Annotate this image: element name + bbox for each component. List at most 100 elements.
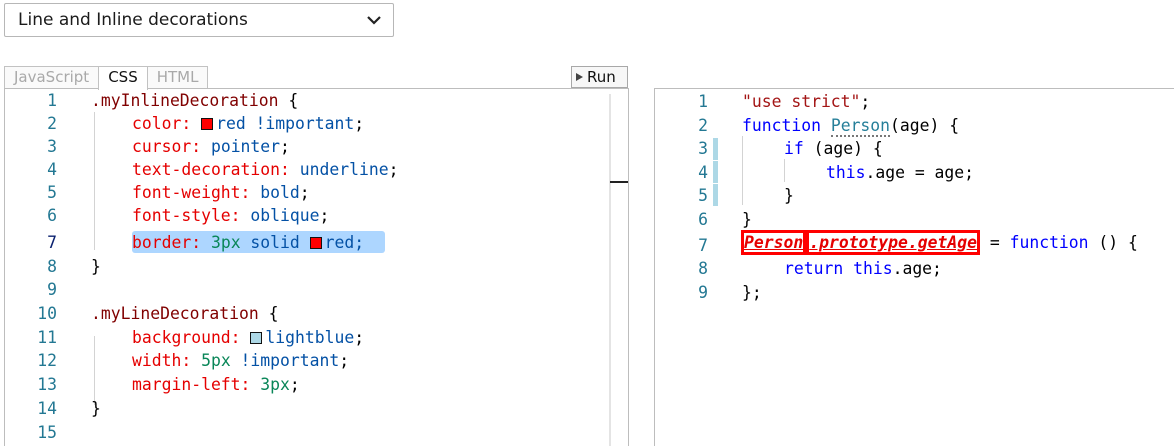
code-line[interactable]: text-decoration: underline;	[132, 158, 398, 181]
line-number: 5	[698, 186, 708, 205]
semicolon: ;	[280, 137, 290, 156]
code-line[interactable]: font-style: oblique;	[132, 204, 329, 227]
code-line[interactable]: .myLineDecoration {	[91, 302, 279, 325]
line-number: 1	[698, 92, 708, 111]
semicolon: ;	[319, 206, 330, 225]
inline-decoration[interactable]: .prototype.getAge	[806, 230, 980, 255]
line-number: 6	[47, 206, 57, 225]
line-number: 3	[698, 139, 708, 158]
semicolon: ;	[354, 114, 365, 133]
css-number: 5px	[201, 351, 231, 370]
code-line[interactable]: font-weight: bold;	[132, 181, 310, 204]
color-swatch-lightblue[interactable]	[250, 332, 263, 344]
tab-javascript[interactable]: JavaScript	[4, 66, 100, 88]
line-number: 5	[47, 183, 57, 202]
color-swatch-red[interactable]	[309, 237, 322, 249]
line-number: 2	[698, 116, 708, 135]
brace: }	[742, 210, 752, 229]
code-line[interactable]: margin-left: 3px;	[132, 373, 300, 396]
css-property: cursor:	[132, 137, 211, 156]
line-number: 11	[37, 328, 57, 347]
brace: }	[784, 186, 794, 205]
css-property: color:	[132, 114, 202, 133]
line-number: 7	[698, 236, 708, 255]
editor-tabs: JavaScript CSS HTML	[4, 66, 209, 90]
code-line[interactable]: width: 5px !important;	[132, 349, 349, 372]
brace: {	[258, 304, 279, 323]
line-number: 12	[37, 351, 57, 370]
code-line[interactable]: "use strict";	[742, 90, 870, 113]
semicolon: ;	[354, 328, 365, 347]
css-property: font-style:	[132, 206, 251, 225]
code-line[interactable]: };	[742, 281, 762, 304]
condition: (age) {	[803, 139, 883, 158]
indent-guide	[94, 336, 95, 405]
run-button[interactable]: Run	[571, 66, 628, 88]
css-property: background:	[132, 328, 251, 347]
brace: }	[91, 257, 101, 276]
code-line[interactable]: background: lightblue;	[132, 326, 364, 349]
indent-guide	[742, 136, 743, 205]
css-value: bold	[260, 183, 300, 202]
color-swatch-red[interactable]	[201, 118, 214, 130]
line-number: 10	[37, 304, 57, 323]
code-line[interactable]: color: red !important;	[132, 112, 364, 135]
statement: .age = age;	[865, 163, 975, 182]
parameters: (age) {	[890, 116, 960, 135]
css-property: text-decoration:	[132, 160, 300, 179]
line-number: 9	[698, 283, 708, 302]
line-number: 4	[47, 160, 57, 179]
css-property: margin-left:	[132, 375, 261, 394]
member-access: .age;	[892, 259, 942, 278]
string-literal: "use strict"	[742, 92, 861, 111]
code-line[interactable]: }	[91, 255, 101, 278]
css-selector: .myLineDecoration	[91, 304, 259, 323]
line-number: 1	[47, 91, 57, 110]
css-value: red;	[324, 233, 365, 252]
line-number: 15	[37, 423, 57, 442]
line-number: 8	[47, 257, 57, 276]
example-select[interactable]: Line and Inline decorations	[4, 3, 394, 37]
css-value: lightblue	[265, 328, 355, 347]
code-line[interactable]: function Person(age) {	[742, 114, 959, 137]
css-selector: .myInlineDecoration	[91, 91, 279, 110]
code-line[interactable]: cursor: pointer;	[132, 135, 290, 158]
css-property: font-weight:	[132, 183, 261, 202]
tab-css[interactable]: CSS	[98, 66, 148, 90]
chevron-down-icon	[367, 16, 381, 25]
code-line-current[interactable]: border: 3px solid red;	[132, 231, 364, 254]
code-line[interactable]: }	[784, 184, 794, 207]
play-icon	[576, 73, 583, 81]
code-line[interactable]: return this.age;	[784, 257, 942, 280]
code-line[interactable]: }	[742, 208, 752, 231]
code-line[interactable]: this.age = age;	[826, 161, 974, 184]
semicolon: ;	[339, 351, 350, 370]
line-decoration	[713, 184, 718, 206]
line-number: 14	[37, 399, 57, 418]
brace: {	[278, 91, 299, 110]
indent-guide	[784, 159, 785, 182]
code-line[interactable]: }	[91, 397, 101, 420]
keyword: this	[853, 259, 893, 278]
css-value: red !important	[216, 114, 355, 133]
code-line[interactable]: if (age) {	[784, 137, 883, 160]
brace: }	[91, 399, 101, 418]
semicolon: ;	[860, 92, 871, 111]
line-number: 3	[47, 137, 57, 156]
code-line[interactable]: .myInlineDecoration {	[91, 89, 298, 112]
line-number: 9	[47, 280, 57, 299]
semicolon: ;	[388, 160, 399, 179]
code-line[interactable]: Person .prototype.getAge = function () {	[741, 230, 1138, 255]
css-number: 3px	[210, 233, 241, 252]
semicolon: ;	[289, 375, 300, 394]
tab-html[interactable]: HTML	[146, 66, 209, 88]
line-decoration	[713, 161, 718, 183]
line-number: 8	[698, 259, 708, 278]
inline-decoration[interactable]: Person	[741, 230, 807, 255]
css-value: solid	[240, 233, 310, 252]
css-value: underline	[299, 160, 389, 179]
css-editor[interactable]: 1 .myInlineDecoration { 2 color: red !im…	[4, 88, 629, 446]
js-preview-editor[interactable]: 1 "use strict"; 2 function Person(age) {…	[654, 88, 1174, 446]
css-value: oblique	[250, 206, 320, 225]
